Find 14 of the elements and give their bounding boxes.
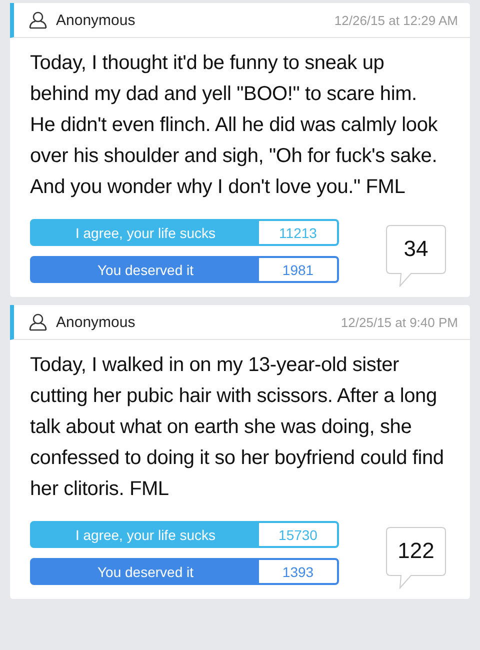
vote-button[interactable]: You deserved it 1393 bbox=[30, 558, 339, 585]
comments-button[interactable]: 34 bbox=[386, 225, 446, 287]
post-date: 12/26/15 at 12:29 AM bbox=[334, 12, 458, 28]
post-text: Today, I thought it'd be funny to sneak up behind my dad and yell "BOO!" to scare him. He didn't even flinch. All he did was calmly look over his shoulder and sigh, "Oh for fuck's sake. And you wonder why I don't love you." FML bbox=[30, 51, 439, 200]
vote-button[interactable]: I agree, your life sucks 15730 bbox=[30, 521, 339, 548]
user-icon bbox=[28, 312, 48, 332]
post-text: Today, I walked in on my 13-year-old sister cutting her pubic hair with scissors. After a long talk about what on earth she was doing, she confessed to doing it so her boyfriend could find her clitoris. FML bbox=[30, 353, 444, 502]
vote-button[interactable]: I agree, your life sucks 11213 bbox=[30, 219, 339, 246]
author-name: Anonymous bbox=[56, 12, 136, 28]
author-name: Anonymous bbox=[56, 314, 136, 330]
comments-button[interactable]: 122 bbox=[386, 527, 446, 589]
user-icon bbox=[28, 10, 48, 30]
post-date: 12/25/15 at 9:40 PM bbox=[340, 314, 458, 330]
vote-button[interactable]: You deserved it 1981 bbox=[30, 256, 339, 283]
